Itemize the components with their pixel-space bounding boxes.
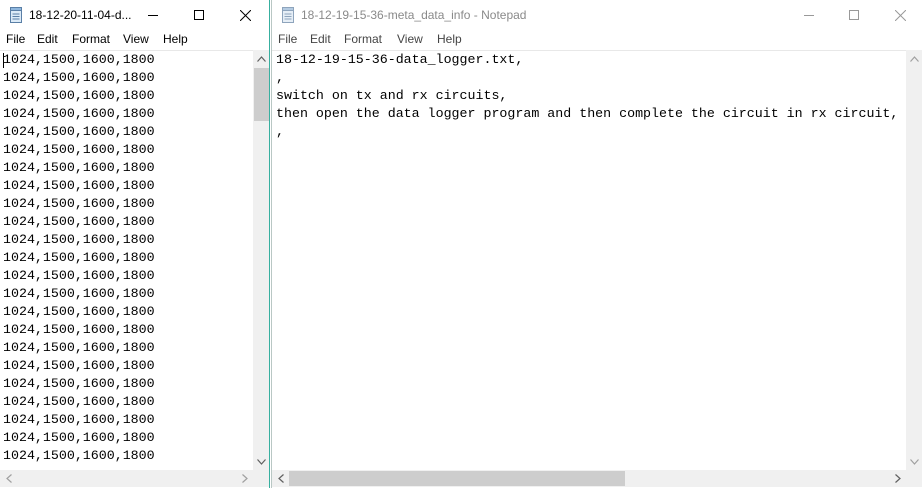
maximize-icon bbox=[194, 10, 204, 20]
text-line: 1024,1500,1600,1800 bbox=[3, 124, 155, 139]
notepad-icon[interactable] bbox=[281, 7, 296, 23]
title-bar[interactable]: 18-12-19-15-36-meta_data_info - Notepad bbox=[272, 0, 922, 30]
text-line: 1024,1500,1600,1800 bbox=[3, 322, 155, 337]
menu-format[interactable]: Format bbox=[344, 32, 382, 46]
vertical-scrollbar[interactable] bbox=[253, 50, 269, 470]
horizontal-scrollbar[interactable] bbox=[272, 470, 906, 487]
horizontal-scroll-thumb[interactable] bbox=[289, 471, 625, 486]
text-line: 1024,1500,1600,1800 bbox=[3, 430, 155, 445]
menu-edit[interactable]: Edit bbox=[310, 32, 331, 46]
minimize-icon bbox=[148, 15, 158, 16]
text-line: 1024,1500,1600,1800 bbox=[3, 376, 155, 391]
text-line: 1024,1500,1600,1800 bbox=[3, 358, 155, 373]
notepad-window-right: 18-12-19-15-36-meta_data_info - Notepad … bbox=[271, 0, 922, 488]
chevron-down-icon bbox=[257, 458, 266, 465]
text-line: , bbox=[276, 70, 284, 85]
scroll-down-button[interactable] bbox=[906, 453, 922, 470]
minimize-button[interactable] bbox=[786, 0, 832, 30]
scroll-up-button[interactable] bbox=[906, 50, 922, 67]
text-line: 1024,1500,1600,1800 bbox=[3, 448, 155, 463]
scrollbar-corner bbox=[906, 470, 922, 487]
menu-bar: File Edit Format View Help bbox=[272, 30, 922, 50]
menu-bar: File Edit Format View Help bbox=[0, 30, 269, 50]
scroll-left-button[interactable] bbox=[272, 470, 289, 487]
text-line: 1024,1500,1600,1800 bbox=[3, 250, 155, 265]
chevron-down-icon bbox=[910, 458, 919, 465]
text-line: , bbox=[276, 124, 284, 139]
menu-help[interactable]: Help bbox=[163, 32, 188, 46]
chevron-right-icon bbox=[241, 474, 248, 483]
menu-file[interactable]: File bbox=[6, 32, 25, 46]
scroll-down-button[interactable] bbox=[253, 453, 269, 470]
scroll-right-button[interactable] bbox=[236, 470, 253, 487]
menu-format[interactable]: Format bbox=[72, 32, 110, 46]
chevron-right-icon bbox=[894, 474, 901, 483]
text-editor[interactable]: 1024,1500,1600,1800 1024,1500,1600,1800 10… bbox=[0, 50, 253, 470]
minimize-icon bbox=[804, 15, 814, 16]
minimize-button[interactable] bbox=[130, 0, 176, 30]
menu-view[interactable]: View bbox=[123, 32, 149, 46]
text-line: 1024,1500,1600,1800 bbox=[3, 142, 155, 157]
text-line: 1024,1500,1600,1800 bbox=[3, 340, 155, 355]
text-line: 1024,1500,1600,1800 bbox=[3, 178, 155, 193]
notepad-window-left: 18-12-20-11-04-d... File Edit Format Vie… bbox=[0, 0, 270, 488]
text-line: 1024,1500,1600,1800 bbox=[3, 268, 155, 283]
text-line: 1024,1500,1600,1800 bbox=[3, 52, 155, 67]
vertical-scrollbar[interactable] bbox=[906, 50, 922, 470]
horizontal-scrollbar[interactable] bbox=[0, 470, 253, 487]
text-line: 1024,1500,1600,1800 bbox=[3, 412, 155, 427]
text-line: 1024,1500,1600,1800 bbox=[3, 70, 155, 85]
scroll-left-button[interactable] bbox=[0, 470, 17, 487]
close-button[interactable] bbox=[877, 0, 922, 30]
text-line: 1024,1500,1600,1800 bbox=[3, 214, 155, 229]
menu-file[interactable]: File bbox=[278, 32, 297, 46]
text-editor[interactable]: 18-12-19-15-36-data_logger.txt,, switch o… bbox=[272, 50, 906, 470]
maximize-button[interactable] bbox=[831, 0, 877, 30]
text-line: switch on tx and rx circuits, bbox=[276, 88, 508, 103]
scrollbar-corner bbox=[253, 470, 269, 487]
close-icon bbox=[239, 9, 251, 21]
chevron-left-icon bbox=[5, 474, 12, 483]
chevron-up-icon bbox=[910, 55, 919, 62]
title-bar[interactable]: 18-12-20-11-04-d... bbox=[0, 0, 269, 30]
window-title: 18-12-20-11-04-d... bbox=[29, 8, 132, 22]
notepad-icon[interactable] bbox=[9, 7, 24, 23]
text-line: 18-12-19-15-36-data_logger.txt, bbox=[276, 52, 524, 67]
close-button[interactable] bbox=[222, 0, 268, 30]
chevron-up-icon bbox=[257, 55, 266, 62]
scroll-up-button[interactable] bbox=[253, 50, 269, 67]
maximize-icon bbox=[849, 10, 859, 20]
maximize-button[interactable] bbox=[176, 0, 222, 30]
text-line: 1024,1500,1600,1800 bbox=[3, 232, 155, 247]
text-line: 1024,1500,1600,1800 bbox=[3, 160, 155, 175]
text-line: 1024,1500,1600,1800 bbox=[3, 88, 155, 103]
scroll-right-button[interactable] bbox=[889, 470, 906, 487]
vertical-scroll-thumb[interactable] bbox=[254, 68, 269, 121]
text-line: 1024,1500,1600,1800 bbox=[3, 394, 155, 409]
menu-edit[interactable]: Edit bbox=[37, 32, 58, 46]
chevron-left-icon bbox=[277, 474, 284, 483]
menu-help[interactable]: Help bbox=[437, 32, 462, 46]
close-icon bbox=[894, 9, 906, 21]
text-line: then open the data logger program and th… bbox=[276, 106, 899, 121]
text-line: 1024,1500,1600,1800 bbox=[3, 304, 155, 319]
text-line: 1024,1500,1600,1800 bbox=[3, 286, 155, 301]
menu-view[interactable]: View bbox=[397, 32, 423, 46]
text-line: 1024,1500,1600,1800 bbox=[3, 196, 155, 211]
window-title: 18-12-19-15-36-meta_data_info - Notepad bbox=[301, 8, 527, 22]
text-line: 1024,1500,1600,1800 bbox=[3, 106, 155, 121]
